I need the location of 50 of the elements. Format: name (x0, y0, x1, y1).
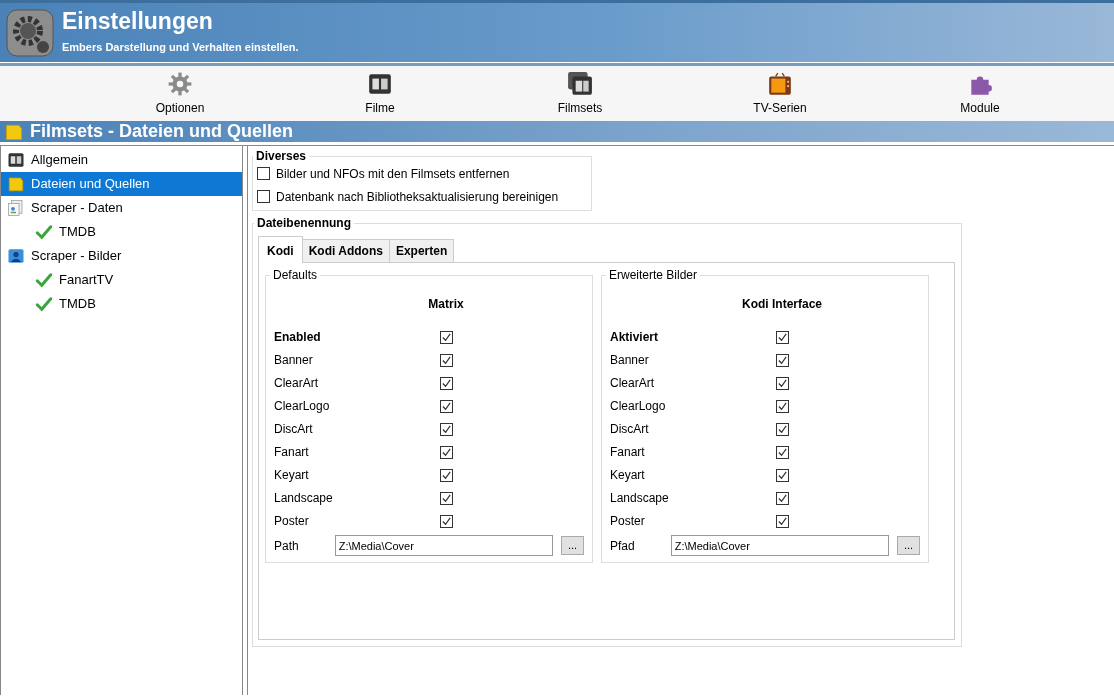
group-title: Erweiterte Bilder (608, 269, 699, 281)
browse-button[interactable]: ... (561, 536, 584, 555)
row-label: ClearLogo (610, 398, 667, 415)
page-subtitle: Embers Darstellung und Verhalten einstellen. (62, 39, 299, 55)
sidebar-item[interactable]: TMDB (1, 292, 242, 316)
browse-button[interactable]: ... (897, 536, 920, 555)
sidebar-item[interactable]: Scraper - Bilder (1, 244, 242, 268)
tab[interactable]: Experten (388, 239, 455, 262)
row-label: Fanart (274, 444, 310, 461)
page-title: Einstellungen (62, 9, 214, 33)
path-field[interactable]: Z:\Media\Cover (670, 535, 890, 556)
row-label: ClearArt (610, 375, 655, 392)
tab[interactable]: Kodi Addons (301, 239, 390, 262)
row-label: ClearLogo (274, 398, 331, 415)
row-label: Landscape (610, 490, 670, 507)
group-title: Defaults (272, 269, 319, 281)
toolbar-button[interactable]: Optionen (80, 66, 280, 121)
row-label: Keyart (274, 467, 310, 484)
row-label: Keyart (610, 467, 646, 484)
sidebar-item[interactable]: Allgemein (1, 148, 242, 172)
checkbox-label: Datenbank nach Bibliotheksaktualisierung bereinigen (276, 188, 559, 206)
row-label: Landscape (274, 490, 334, 507)
row-label: Poster (274, 513, 310, 530)
checkbox-label: Bilder und NFOs mit den Filmsets entfernen (276, 165, 510, 183)
path-field[interactable]: Z:\Media\Cover (334, 535, 554, 556)
toolbar-button[interactable]: Filmsets (480, 66, 680, 121)
sidebar-item[interactable]: Dateien und Quellen (1, 172, 242, 196)
column-header: Matrix (428, 296, 464, 313)
group-title: Diverses (255, 150, 308, 162)
row-label: Enabled (274, 329, 322, 346)
column-header: Kodi Interface (742, 296, 822, 313)
sidebar-item[interactable]: Scraper - Daten (1, 196, 242, 220)
toolbar-button[interactable]: Module (880, 66, 1080, 121)
sidebar-item[interactable]: FanartTV (1, 268, 242, 292)
tab[interactable]: Kodi (258, 236, 303, 263)
row-label: Banner (610, 352, 650, 369)
sidebar-item[interactable]: TMDB (1, 220, 242, 244)
row-label: Aktiviert (610, 329, 660, 346)
row-label: Fanart (610, 444, 646, 461)
section-title: Filmsets - Dateien und Quellen (30, 120, 294, 143)
row-label: DiscArt (274, 421, 314, 438)
row-label: Poster (610, 513, 646, 530)
row-label: Banner (274, 352, 314, 369)
toolbar-button[interactable]: Filme (280, 66, 480, 121)
row-label: DiscArt (610, 421, 650, 438)
path-label: Pfad (610, 537, 635, 555)
row-label: ClearArt (274, 375, 319, 392)
group-title: Dateibenennung (256, 217, 352, 229)
path-label: Path (274, 537, 299, 555)
toolbar-button[interactable]: TV-Serien (680, 66, 880, 121)
